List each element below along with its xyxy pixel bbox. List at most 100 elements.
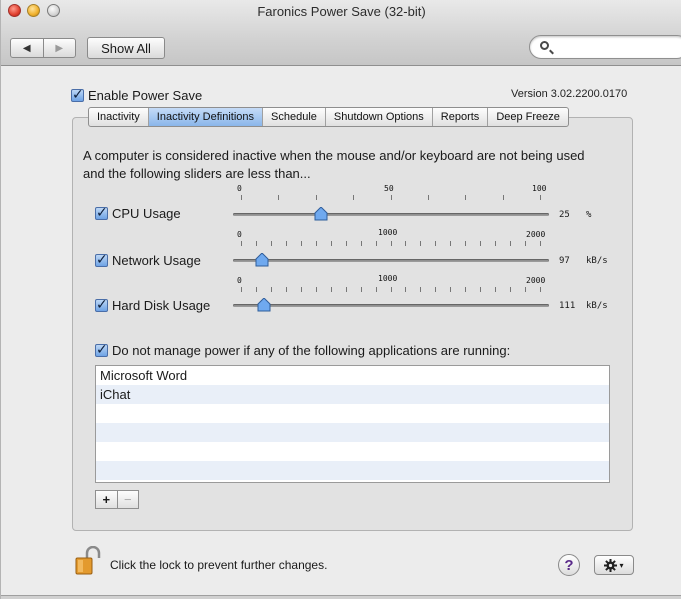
application-list[interactable]: Microsoft Word iChat (95, 365, 610, 483)
hard-disk-scale-max: 2000 (526, 276, 546, 285)
help-button[interactable]: ? (558, 554, 580, 576)
slider-tick (346, 241, 347, 246)
slider-tick (525, 241, 526, 246)
slider-tick (540, 241, 541, 246)
tab-inactivity-definitions[interactable]: Inactivity Definitions (148, 108, 264, 126)
cpu-value: 25 (559, 210, 570, 220)
network-scale-max: 2000 (526, 230, 546, 239)
tab-schedule[interactable]: Schedule (263, 108, 326, 126)
back-button[interactable]: ◀ (11, 39, 44, 57)
tab-inactivity[interactable]: Inactivity (89, 108, 149, 126)
list-item (96, 423, 609, 442)
show-all-button[interactable]: Show All (87, 37, 165, 59)
hard-disk-slider-track[interactable] (233, 304, 549, 307)
network-scale-mid: 1000 (378, 228, 398, 237)
cpu-unit: % (586, 210, 592, 220)
network-slider-track[interactable] (233, 259, 549, 262)
hard-disk-checkbox-box[interactable] (95, 296, 108, 312)
slider-tick (256, 241, 257, 246)
enable-power-save-checkbox[interactable]: Enable Power Save (71, 86, 203, 103)
slider-tick (503, 195, 504, 200)
list-item (96, 461, 609, 480)
hard-disk-slider-thumb[interactable] (257, 298, 271, 312)
list-item[interactable]: iChat (96, 385, 609, 404)
slider-tick (241, 195, 242, 200)
slider-tick (361, 287, 362, 292)
slider-tick (346, 287, 347, 292)
list-item[interactable]: Microsoft Word (96, 366, 609, 385)
cpu-slider-track[interactable] (233, 213, 549, 216)
cpu-scale-max: 100 (532, 184, 547, 193)
cpu-usage-checkbox[interactable]: CPU Usage (95, 204, 181, 221)
back-arrow-icon: ◀ (22, 42, 31, 54)
network-usage-checkbox[interactable]: Network Usage (95, 251, 201, 268)
slider-tick (256, 287, 257, 292)
enable-label: Enable Power Save (88, 88, 203, 103)
slider-tick (495, 287, 496, 292)
chevron-down-icon: ▾ (619, 560, 624, 570)
slider-tick (405, 241, 406, 246)
tab-reports[interactable]: Reports (433, 108, 489, 126)
slider-tick (301, 241, 302, 246)
slider-tick (465, 195, 466, 200)
do-not-manage-label: Do not manage power if any of the follow… (112, 343, 511, 358)
slider-tick (316, 195, 317, 200)
slider-tick (420, 241, 421, 246)
inactivity-description: A computer is considered inactive when t… (83, 148, 585, 181)
hard-disk-usage-label: Hard Disk Usage (112, 298, 211, 313)
do-not-manage-checkbox[interactable]: Do not manage power if any of the follow… (95, 341, 511, 358)
slider-tick (510, 241, 511, 246)
slider-tick (286, 241, 287, 246)
network-value: 97 (559, 256, 570, 266)
cpu-slider-ticks (241, 195, 541, 201)
hard-disk-unit: kB/s (586, 301, 608, 311)
slider-tick (286, 287, 287, 292)
title-bar: Faronics Power Save (32-bit) ◀ ▶ Show Al… (1, 0, 681, 66)
slider-tick (376, 287, 377, 292)
help-icon: ? (564, 556, 574, 574)
cpu-usage-label: CPU Usage (112, 206, 181, 221)
tab-bar: Inactivity Inactivity Definitions Schedu… (88, 107, 569, 127)
slider-tick (540, 287, 541, 292)
slider-tick (510, 287, 511, 292)
hard-disk-scale-mid: 1000 (378, 274, 398, 283)
cpu-scale-mid: 50 (384, 184, 394, 193)
slider-tick (435, 287, 436, 292)
network-usage-label: Network Usage (112, 253, 201, 268)
add-remove-control: + − (95, 490, 139, 509)
action-menu-button[interactable]: ▾ (594, 555, 634, 575)
search-field[interactable] (529, 35, 681, 59)
slider-tick (465, 287, 466, 292)
forward-button[interactable]: ▶ (44, 39, 76, 57)
slider-tick (495, 241, 496, 246)
network-slider-thumb[interactable] (255, 253, 269, 267)
slider-tick (480, 287, 481, 292)
slider-tick (420, 287, 421, 292)
slider-tick (525, 287, 526, 292)
slider-tick (540, 195, 541, 200)
slider-tick (331, 287, 332, 292)
preferences-window: Faronics Power Save (32-bit) ◀ ▶ Show Al… (0, 0, 681, 599)
slider-tick (450, 241, 451, 246)
enable-checkbox-box[interactable] (71, 86, 84, 102)
slider-tick (271, 241, 272, 246)
slider-tick (391, 241, 392, 246)
version-label: Version 3.02.2200.0170 (511, 88, 628, 100)
remove-app-button[interactable]: − (118, 491, 139, 508)
hard-disk-slider-ticks (241, 287, 541, 293)
do-not-manage-checkbox-box[interactable] (95, 341, 108, 357)
network-checkbox-box[interactable] (95, 251, 108, 267)
hard-disk-usage-checkbox[interactable]: Hard Disk Usage (95, 296, 211, 313)
slider-tick (391, 287, 392, 292)
tab-deep-freeze[interactable]: Deep Freeze (488, 108, 568, 126)
slider-tick (361, 241, 362, 246)
slider-tick (241, 287, 242, 292)
cpu-slider-thumb[interactable] (314, 207, 328, 221)
lock-icon[interactable] (75, 546, 101, 576)
slider-tick (465, 241, 466, 246)
slider-tick (271, 287, 272, 292)
tab-shutdown-options[interactable]: Shutdown Options (326, 108, 433, 126)
add-app-button[interactable]: + (96, 491, 118, 508)
cpu-checkbox-box[interactable] (95, 204, 108, 220)
cpu-scale-min: 0 (237, 184, 242, 193)
